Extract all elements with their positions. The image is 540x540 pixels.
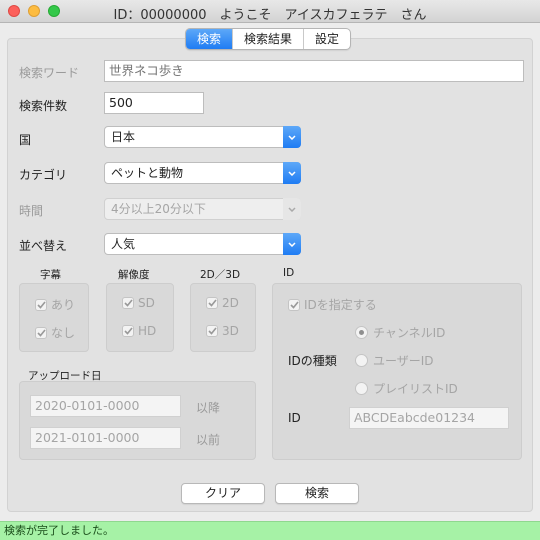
radio-channel-id[interactable]: チャンネルID: [355, 324, 445, 341]
radio-channel-id-label: チャンネルID: [373, 326, 446, 340]
dimension-2d-label: 2D: [222, 296, 239, 310]
search-button[interactable]: 検索: [275, 483, 359, 504]
upload-to-suffix: 以前: [196, 433, 221, 447]
subtitles-no-checkbox[interactable]: なし: [35, 324, 75, 341]
clear-button[interactable]: クリア: [181, 483, 265, 504]
subtitles-group: [19, 283, 89, 352]
duration-label: 時間: [19, 204, 44, 218]
tab-results[interactable]: 検索結果: [233, 29, 305, 49]
radio-playlist-id[interactable]: プレイリストID: [355, 380, 458, 397]
category-label: カテゴリ: [19, 168, 68, 182]
sort-label: 並べ替え: [19, 239, 68, 253]
country-label: 国: [19, 133, 32, 147]
id-type-label: IDの種類: [288, 354, 337, 368]
dimension-2d-checkbox[interactable]: 2D: [206, 296, 239, 310]
resolution-sd-label: SD: [138, 296, 155, 310]
upload-from-input[interactable]: 2020-0101-0000: [30, 395, 181, 417]
category-value: ペットと動物: [111, 166, 184, 180]
chevron-down-icon: [283, 198, 301, 220]
resolution-hd-checkbox[interactable]: HD: [122, 324, 156, 338]
dimension-group: [190, 283, 256, 352]
dimension-3d-checkbox[interactable]: 3D: [206, 324, 239, 338]
tab-settings[interactable]: 設定: [304, 29, 350, 49]
checkmark-icon: [35, 326, 47, 339]
window-title: ID：00000000 ようこそ アイスカフェラテ さん: [113, 8, 427, 23]
duration-select[interactable]: 4分以上20分以下: [104, 198, 301, 220]
id-label: ID: [288, 411, 301, 425]
checkmark-icon: [206, 325, 218, 337]
checkmark-icon: [35, 298, 47, 311]
id-input[interactable]: ABCDEabcde01234: [349, 407, 509, 429]
chevron-down-icon: [283, 233, 301, 255]
radio-playlist-id-label: プレイリストID: [373, 382, 458, 396]
specify-id-checkbox[interactable]: IDを指定する: [288, 296, 377, 313]
status-bar: 検索が完了しました。: [0, 521, 540, 540]
resolution-sd-checkbox[interactable]: SD: [122, 296, 155, 310]
resolution-hd-label: HD: [138, 324, 157, 338]
count-input[interactable]: 500: [104, 92, 204, 114]
resolution-title: 解像度: [118, 269, 150, 281]
radio-user-id[interactable]: ユーザーID: [355, 352, 434, 369]
chevron-down-icon: [283, 126, 301, 148]
keyword-label: 検索ワード: [19, 66, 80, 80]
chevron-down-icon: [283, 162, 301, 184]
country-select[interactable]: 日本: [104, 126, 301, 148]
sort-select[interactable]: 人気: [104, 233, 301, 255]
radio-empty-icon: [355, 354, 368, 367]
tab-bar: 検索 検索結果 設定: [185, 28, 352, 50]
checkmark-icon: [288, 298, 300, 311]
subtitles-title: 字幕: [40, 269, 61, 281]
dimension-3d-label: 3D: [222, 324, 239, 338]
duration-value: 4分以上20分以下: [111, 202, 206, 216]
title-bar: ID：00000000 ようこそ アイスカフェラテ さん: [0, 0, 540, 23]
tab-search[interactable]: 検索: [186, 29, 234, 49]
sort-value: 人気: [111, 237, 136, 251]
subtitles-yes-checkbox[interactable]: あり: [35, 296, 75, 313]
subtitles-no-label: なし: [51, 326, 76, 340]
dimension-title: 2D／3D: [200, 269, 241, 281]
radio-user-id-label: ユーザーID: [373, 354, 434, 368]
upload-date-title: アップロード日: [28, 370, 102, 382]
upload-from-suffix: 以降: [196, 401, 221, 415]
checkmark-icon: [122, 297, 134, 309]
resolution-group: [106, 283, 174, 352]
country-value: 日本: [111, 130, 136, 144]
keyword-input[interactable]: [104, 60, 524, 82]
checkmark-icon: [122, 325, 134, 337]
checkmark-icon: [206, 297, 218, 309]
subtitles-yes-label: あり: [51, 298, 76, 312]
count-label: 検索件数: [19, 99, 68, 113]
specify-id-label: IDを指定する: [304, 298, 377, 312]
upload-to-input[interactable]: 2021-0101-0000: [30, 427, 181, 449]
category-select[interactable]: ペットと動物: [104, 162, 301, 184]
radio-selected-icon: [355, 326, 368, 339]
id-group-title: ID: [283, 267, 295, 279]
radio-empty-icon: [355, 382, 368, 395]
